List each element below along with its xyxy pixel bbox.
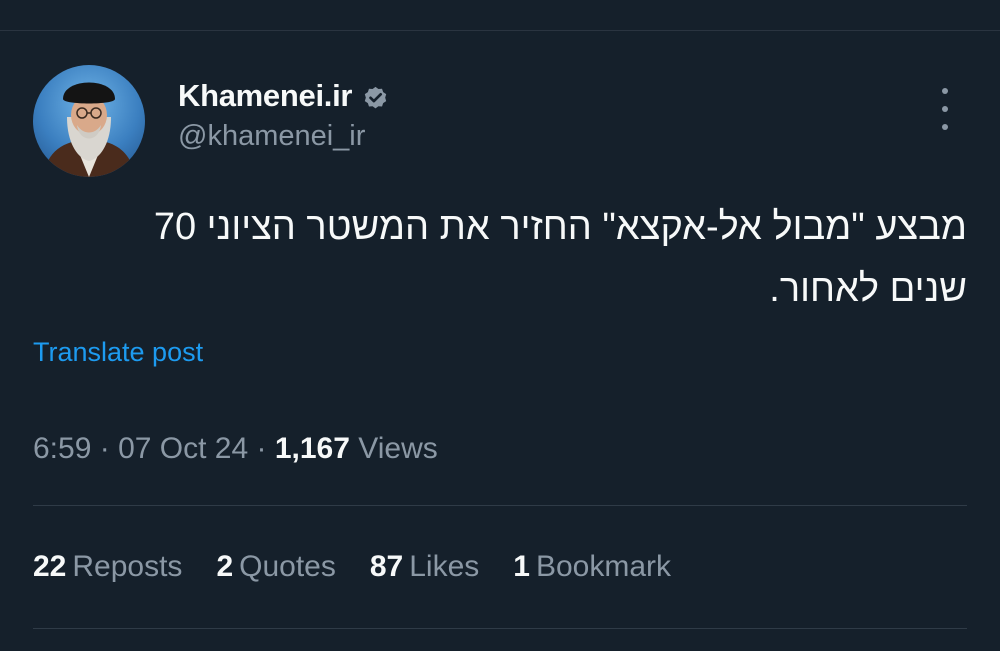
views-count: 1,167	[274, 432, 350, 465]
bookmarks-stat[interactable]: 1 Bookmark	[513, 550, 671, 584]
post-meta: 6:59 · 07 Oct 24 · 1,167 Views	[33, 432, 438, 466]
stats-top-divider	[33, 505, 967, 506]
top-divider	[0, 30, 1000, 31]
more-dot	[942, 106, 948, 112]
display-name-text: Khamenei.ir	[178, 78, 353, 113]
translate-post-link[interactable]: Translate post	[33, 337, 203, 368]
post-time[interactable]: 6:59	[33, 432, 91, 465]
author-display-name[interactable]: Khamenei.ir	[178, 78, 389, 114]
author-handle[interactable]: @khamenei_ir	[178, 120, 365, 153]
quotes-count: 2	[216, 550, 234, 583]
reposts-stat[interactable]: 22 Reposts	[33, 550, 182, 584]
bookmarks-label: Bookmark	[535, 550, 672, 583]
likes-stat[interactable]: 87 Likes	[370, 550, 479, 584]
verified-badge-icon[interactable]	[362, 83, 389, 110]
more-options-icon[interactable]	[930, 88, 960, 130]
quotes-stat[interactable]: 2 Quotes	[216, 550, 335, 584]
reposts-label: Reposts	[72, 550, 183, 583]
post-date[interactable]: 07 Oct 24	[118, 432, 248, 465]
more-dot	[942, 124, 948, 130]
quotes-label: Quotes	[239, 550, 336, 583]
post-text: מבצע "מבול אל-אקצא" החזיר את המשטר הציונ…	[153, 206, 967, 310]
engagement-stats: 22 Reposts 2 Quotes 87 Likes 1 Bookmark	[33, 550, 671, 584]
reposts-count: 22	[33, 550, 67, 583]
stats-bottom-divider	[33, 628, 967, 629]
avatar[interactable]	[33, 65, 145, 177]
meta-separator: ·	[256, 432, 267, 465]
meta-separator: ·	[99, 432, 110, 465]
likes-count: 87	[369, 550, 404, 583]
likes-label: Likes	[409, 550, 480, 583]
views-label: Views	[358, 432, 438, 465]
bookmarks-count: 1	[513, 550, 530, 583]
portrait-avatar-icon	[43, 82, 135, 177]
more-dot	[942, 88, 948, 94]
